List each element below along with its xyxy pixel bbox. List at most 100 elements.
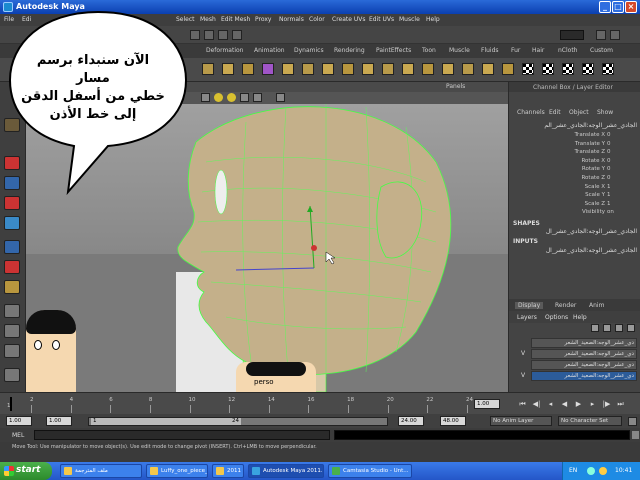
input-node-name[interactable]: الجادي_عشر_الوجه:الجادي_عشر_ال <box>513 247 637 254</box>
menu-edit-mesh[interactable]: Edit Mesh <box>221 16 250 23</box>
language-indicator[interactable]: EN <box>569 467 577 474</box>
snap-point-icon[interactable] <box>232 30 242 40</box>
anim-layer-dropdown[interactable]: No Anim Layer <box>490 416 552 426</box>
taskbar-button[interactable]: ملف المترجمة <box>60 464 142 478</box>
preferences-icon[interactable] <box>628 417 637 426</box>
edit-menu[interactable]: Edit <box>549 109 561 116</box>
menu-help[interactable]: Help <box>426 16 440 23</box>
attribute-name[interactable]: Rotate Y <box>529 166 605 172</box>
isolate-icon[interactable] <box>253 93 262 102</box>
taskbar-button[interactable]: Autodesk Maya 2011... <box>248 464 324 478</box>
command-input[interactable] <box>34 430 330 440</box>
layout-icon[interactable] <box>4 280 20 294</box>
attribute-value[interactable]: 0 <box>607 132 611 138</box>
two-pane-icon[interactable] <box>4 344 20 358</box>
attribute-name[interactable]: Scale X <box>529 184 605 190</box>
attribute-value[interactable]: 1 <box>607 192 611 198</box>
time-slider[interactable]: 1 2 4 6 8 10 12 14 16 18 20 22 24 1.00 ⏮ ◀| ◂ ◀ ▶ ▸… <box>0 392 640 414</box>
script-editor-icon[interactable] <box>632 431 639 439</box>
four-pane-icon[interactable] <box>4 324 20 338</box>
layer-down-icon[interactable] <box>627 324 635 332</box>
outliner-layout-icon[interactable] <box>4 368 20 382</box>
shape-node-name[interactable]: الجادي_عشر_الوجه:الجادي_عشر_ال <box>513 228 637 235</box>
tab-hair[interactable]: Hair <box>532 47 544 54</box>
quick-select-field[interactable] <box>560 30 584 40</box>
show-menu[interactable]: Show <box>597 109 613 116</box>
maximize-button[interactable]: □ <box>612 1 624 13</box>
layer-row[interactable]: دي_عشر_الوجه:الصعيد_الشعر <box>531 338 637 348</box>
mel-label[interactable]: MEL <box>12 432 24 439</box>
close-button[interactable]: × <box>625 1 637 13</box>
channels-menu[interactable]: Channels <box>517 109 545 116</box>
shelf-tool-icon[interactable] <box>202 63 214 75</box>
camera-icon[interactable] <box>240 93 249 102</box>
attribute-name[interactable]: Translate X <box>529 132 606 138</box>
attribute-value[interactable]: 0 <box>607 141 611 147</box>
shelf-tool-icon[interactable] <box>282 63 294 75</box>
go-to-start-icon[interactable]: ⏮ <box>518 400 527 409</box>
attribute-name[interactable]: Visibility <box>529 209 605 215</box>
layers-menu[interactable]: Layers <box>517 314 537 321</box>
playback-start-field[interactable]: 1.00 <box>46 416 72 426</box>
tab-dynamics[interactable]: Dynamics <box>294 47 324 54</box>
menu-edit-uvs[interactable]: Edit UVs <box>369 16 394 23</box>
taskbar-button[interactable]: Luffy_one_piece_ma... <box>146 464 208 478</box>
cylinder-primitive-icon[interactable] <box>4 196 20 210</box>
play-forward-icon[interactable]: ▶ <box>574 400 583 409</box>
tab-render[interactable]: Render <box>555 302 576 309</box>
step-forward-frame-icon[interactable]: ▸ <box>588 400 597 409</box>
attribute-value[interactable]: 0 <box>607 149 611 155</box>
tab-rendering[interactable]: Rendering <box>334 47 365 54</box>
tab-deformation[interactable]: Deformation <box>206 47 243 54</box>
attribute-name[interactable]: Scale Y <box>529 192 605 198</box>
shelf-tool-icon[interactable] <box>342 63 354 75</box>
step-forward-key-icon[interactable]: |▶ <box>602 400 611 409</box>
character-set-dropdown[interactable]: No Character Set <box>558 416 622 426</box>
channel-box-toggle-icon[interactable] <box>610 30 620 40</box>
attribute-value[interactable]: 1 <box>607 184 611 190</box>
menu-color[interactable]: Color <box>309 16 325 23</box>
options-menu[interactable]: Options <box>545 314 568 321</box>
checker-uv-icon[interactable] <box>582 63 594 75</box>
xray-icon[interactable] <box>276 93 285 102</box>
current-frame-field[interactable]: 1.00 <box>474 399 500 409</box>
select-mode-icon[interactable] <box>190 30 200 40</box>
menu-normals[interactable]: Normals <box>279 16 304 23</box>
plane-primitive-icon[interactable] <box>4 240 20 254</box>
checker-uv-icon[interactable] <box>602 63 614 75</box>
selected-node-name[interactable]: الجادي_عشر_الوجه:الجادي_عشر_الم <box>513 122 637 129</box>
shelf-tool-icon[interactable] <box>322 63 334 75</box>
torus-primitive-icon[interactable] <box>4 260 20 274</box>
render-settings-icon[interactable] <box>596 30 606 40</box>
light-icon[interactable] <box>227 93 236 102</box>
checker-uv-icon[interactable] <box>542 63 554 75</box>
shelf-tool-icon[interactable] <box>222 63 234 75</box>
snap-grid-icon[interactable] <box>204 30 214 40</box>
attribute-value[interactable]: 1 <box>607 201 611 207</box>
volume-icon[interactable] <box>599 467 607 475</box>
shelf-tool-icon[interactable] <box>482 63 494 75</box>
playback-end-field[interactable]: 24.00 <box>398 416 424 426</box>
attribute-name[interactable]: Rotate Z <box>529 175 605 181</box>
layer-row[interactable]: دي_عشر_الوجه:الصعيد_الشعر <box>531 371 637 381</box>
menu-muscle[interactable]: Muscle <box>399 16 420 23</box>
light-icon[interactable] <box>214 93 223 102</box>
tab-painteffects[interactable]: PaintEffects <box>376 47 411 54</box>
shelf-tool-icon[interactable] <box>262 63 274 75</box>
checker-uv-icon[interactable] <box>522 63 534 75</box>
tab-fluids[interactable]: Fluids <box>481 47 499 54</box>
end-time-field[interactable]: 48.00 <box>440 416 466 426</box>
checker-uv-icon[interactable] <box>562 63 574 75</box>
object-menu[interactable]: Object <box>569 109 589 116</box>
shelf-tool-icon[interactable] <box>442 63 454 75</box>
attribute-value[interactable]: 0 <box>607 175 611 181</box>
layer-row[interactable]: دي_عشر_الوجه:الصعيد_الشعر <box>531 349 637 359</box>
step-back-key-icon[interactable]: ◀| <box>532 400 541 409</box>
range-bar[interactable]: 1 24 <box>88 417 388 426</box>
menu-proxy[interactable]: Proxy <box>255 16 271 23</box>
snap-curve-icon[interactable] <box>218 30 228 40</box>
viewport-panels-menu[interactable]: Panels <box>446 83 465 90</box>
range-thumb[interactable]: 1 24 <box>91 418 241 425</box>
cube-primitive-icon[interactable] <box>4 216 20 230</box>
attribute-value[interactable]: 0 <box>607 158 611 164</box>
